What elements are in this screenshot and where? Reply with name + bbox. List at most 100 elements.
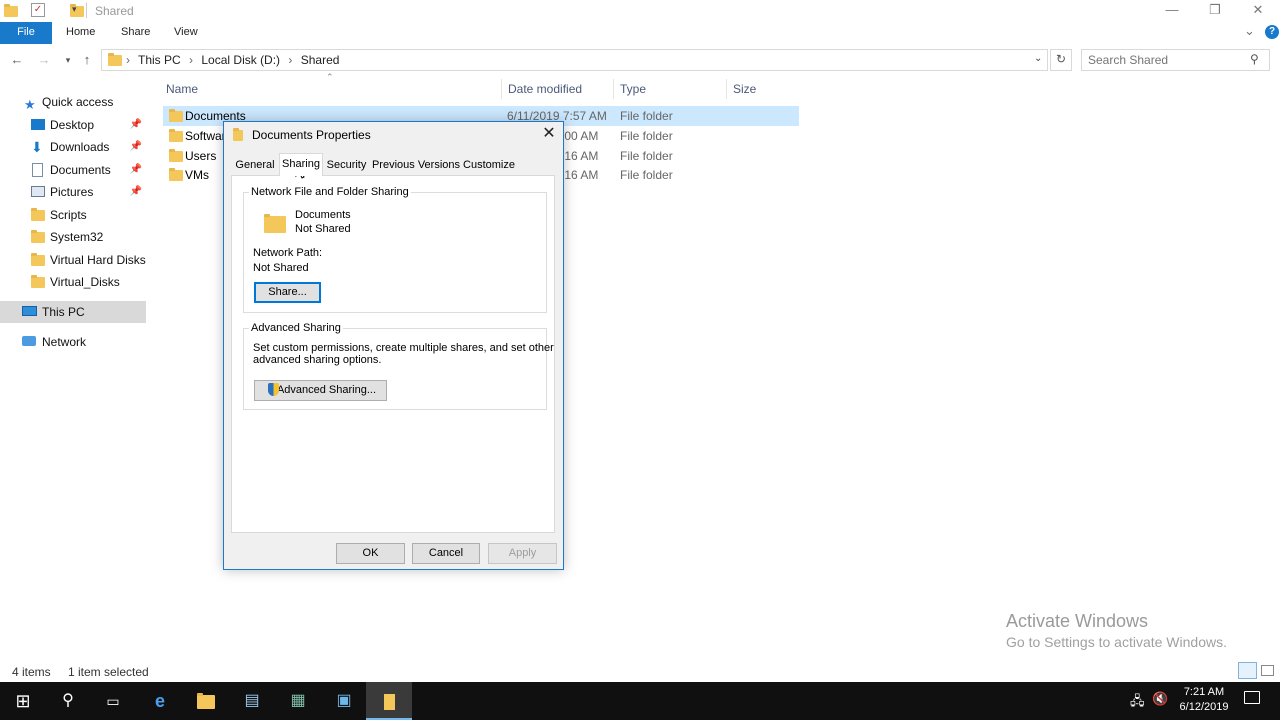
properties-icon[interactable]: ✓ [31,3,45,17]
uac-shield-icon [268,383,279,396]
task-view-icon[interactable]: ▭ [90,682,136,720]
address-dropdown-icon[interactable]: ⌄ [1034,53,1042,64]
tab-sharing[interactable]: Sharing [279,153,323,176]
advanced-description: advanced sharing options. [253,354,382,366]
network-path-label: Network Path: [253,247,323,259]
minimize-button[interactable]: — [1150,0,1194,22]
tab-previous-versions[interactable]: Previous Versions [371,155,461,175]
nav-item-scripts[interactable]: Scripts [0,204,146,226]
network-tray-icon[interactable]: 🖧 [1130,692,1145,714]
remote-desktop-icon[interactable]: ▣ [321,682,367,720]
tab-view[interactable]: View [160,22,212,44]
help-icon[interactable]: ? [1265,25,1279,39]
clock[interactable]: 7:21 AM 6/12/2019 [1168,685,1240,715]
search-icon[interactable]: ⚲ [45,682,91,720]
breadcrumb-separator: › [126,53,130,67]
download-arrow-icon: ⬇ [31,139,43,155]
nav-label: Desktop [50,118,95,132]
apply-button[interactable]: Apply [488,543,557,564]
folder-icon [169,168,183,181]
column-header-date-modified[interactable]: Date modified [508,80,582,98]
crumb-shared[interactable]: Shared [301,53,340,67]
search-icon[interactable]: ⚲ [1250,52,1259,66]
network-icon [22,336,36,346]
column-divider[interactable] [726,79,727,99]
column-header-size[interactable]: Size [733,80,756,98]
nav-item-downloads[interactable]: ⬇ Downloads 📌 [0,136,146,158]
search-input[interactable] [1088,53,1238,67]
nav-item-virtual-disks[interactable]: Virtual_Disks [0,271,146,293]
nav-item-documents[interactable]: Documents 📌 [0,159,146,181]
volume-muted-icon[interactable]: 🔇 [1152,691,1168,707]
back-arrow-icon[interactable]: ← [9,51,25,69]
title-bar: ✓ ▾ Shared — ❐ ✕ [0,0,1280,22]
up-arrow-icon[interactable]: ↑ [79,51,95,69]
forward-arrow-icon[interactable]: → [36,51,52,69]
ribbon-tabs: File Home Share View ⌄ ? [0,22,1280,44]
crumb-local-disk[interactable]: Local Disk (D:) [201,53,280,67]
nav-quick-access[interactable]: ★ Quick access [0,91,146,113]
column-header-name[interactable]: Name [166,80,198,98]
crumb-this-pc[interactable]: This PC [138,53,181,67]
nav-this-pc[interactable]: This PC [0,301,146,323]
folder-icon [31,230,45,243]
file-type: File folder [620,149,673,163]
clock-date: 6/12/2019 [1179,701,1229,713]
internet-explorer-icon[interactable]: e [137,682,183,720]
dialog-title: Documents Properties [252,128,371,142]
search-box[interactable]: ⚲ [1081,49,1270,71]
server-manager-icon[interactable]: ▤ [229,682,275,720]
details-view-icon[interactable] [1238,662,1257,679]
start-button[interactable]: ⊞ [0,682,46,720]
nav-item-system32[interactable]: System32 [0,226,146,248]
tab-file[interactable]: File [0,22,52,44]
column-divider[interactable] [501,79,502,99]
address-bar[interactable]: › This PC › Local Disk (D:) › Shared ⌄ [101,49,1048,71]
close-button[interactable]: ✕ [1236,0,1280,22]
tab-home[interactable]: Home [52,22,109,44]
nav-label: Pictures [50,185,94,199]
customize-quick-access-icon[interactable]: ▾ [72,4,77,15]
star-icon: ★ [24,97,36,112]
dialog-close-button[interactable]: ✕ [537,124,561,144]
navigation-pane: ★ Quick access Desktop 📌 ⬇ Downloads 📌 D… [0,88,148,658]
collapse-ribbon-icon[interactable]: ⌄ [1244,23,1255,39]
share-button[interactable]: Share... [254,282,321,303]
file-date: :16 AM [561,168,599,182]
pin-icon: 📌 [129,186,142,197]
refresh-icon[interactable]: ↻ [1050,49,1072,71]
tab-security[interactable]: Security [324,155,369,175]
properties-dialog: Documents Properties ✕ General Sharing S… [223,121,564,570]
hyper-v-manager-icon[interactable]: ▦ [275,682,321,720]
nav-network[interactable]: Network [0,331,146,353]
folder-icon [169,109,183,122]
column-header-type[interactable]: Type [620,80,646,98]
recent-locations-icon[interactable]: ▾ [60,51,76,69]
folder-icon [108,53,122,66]
restore-button[interactable]: ❐ [1193,0,1237,22]
file-explorer-active-icon[interactable] [366,682,412,720]
activation-watermark-title: Activate Windows [1006,611,1149,631]
advanced-description: Set custom permissions, create multiple … [253,342,554,354]
cancel-button[interactable]: Cancel [412,543,480,564]
activation-watermark-subtitle: Go to Settings to activate Windows. [1006,634,1227,650]
column-divider[interactable] [613,79,614,99]
folder-icon [4,4,18,17]
nav-item-desktop[interactable]: Desktop 📌 [0,114,146,136]
status-bar: 4 items 1 item selected [0,662,1280,682]
folder-icon [169,129,183,142]
ok-button[interactable]: OK [336,543,405,564]
file-type: File folder [620,168,673,182]
file-explorer-icon[interactable] [183,682,229,720]
selection-count: 1 item selected [68,665,149,679]
advanced-sharing-button[interactable]: Advanced Sharing... [254,380,387,401]
nav-item-virtual-hard-disks[interactable]: Virtual Hard Disks [0,249,146,271]
notifications-icon[interactable] [1244,691,1260,704]
nav-item-pictures[interactable]: Pictures 📌 [0,181,146,203]
large-icons-view-icon[interactable] [1261,665,1274,676]
sort-ascending-icon: ⌃ [326,72,334,82]
tab-customize[interactable]: Customize [462,155,516,175]
tab-share[interactable]: Share [107,22,164,44]
folder-icon [233,128,243,141]
tab-general[interactable]: General [232,155,278,175]
